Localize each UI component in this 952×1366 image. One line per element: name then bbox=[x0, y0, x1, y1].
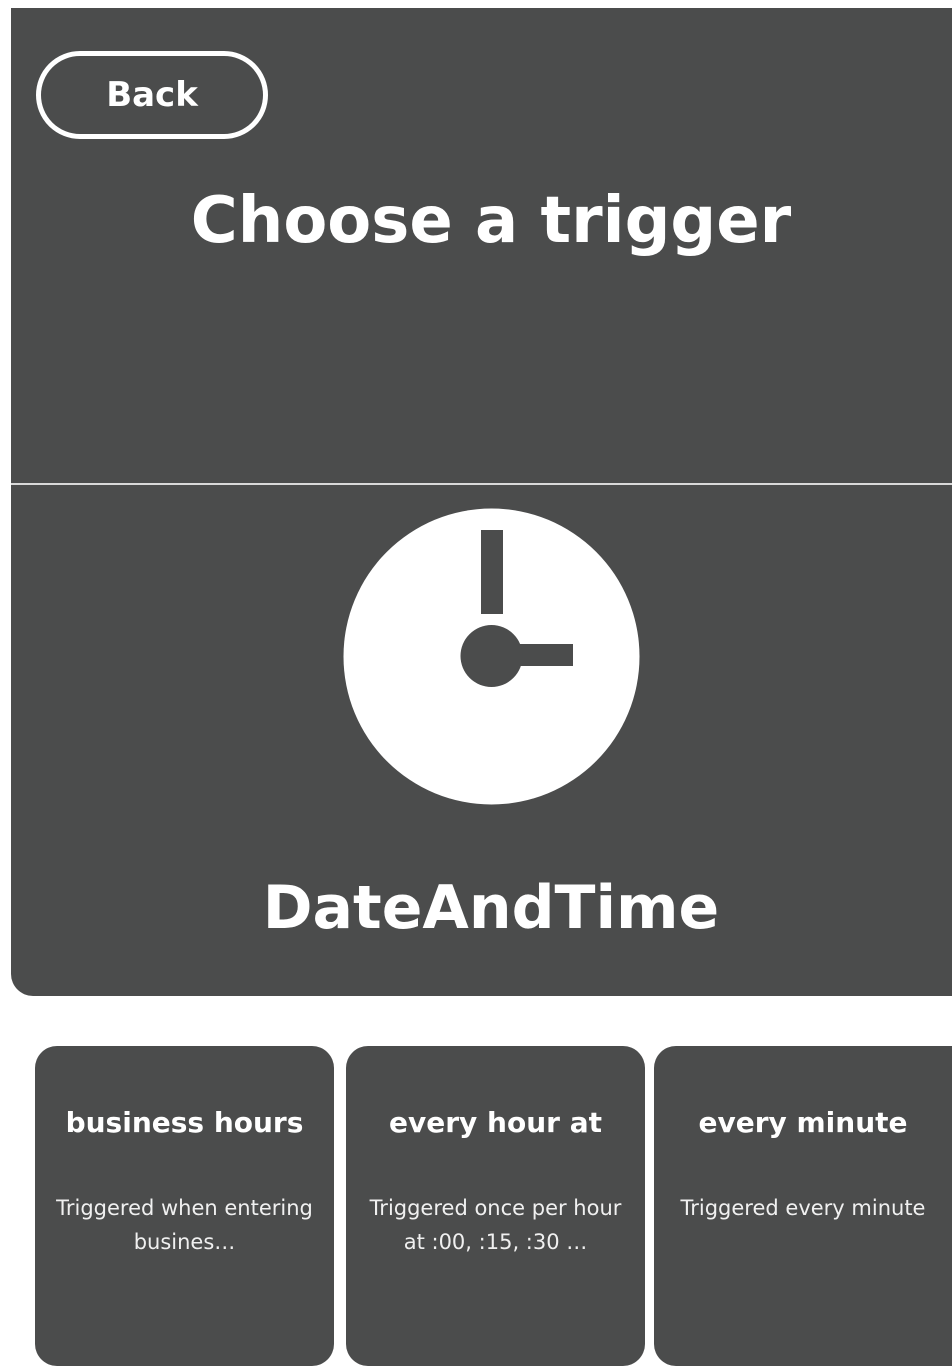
back-button[interactable]: Back bbox=[36, 51, 268, 139]
page-title: Choose a trigger bbox=[190, 184, 792, 258]
clock-icon bbox=[343, 508, 640, 805]
service-name: DateAndTime bbox=[262, 873, 720, 943]
trigger-description: Triggered when entering busines… bbox=[56, 1196, 313, 1254]
divider bbox=[11, 483, 952, 485]
trigger-description: Triggered every minute bbox=[680, 1196, 926, 1220]
trigger-card-every-minute[interactable]: every minute Triggered every minute bbox=[654, 1046, 952, 1366]
trigger-title: business hours bbox=[65, 1106, 304, 1139]
service-header-panel: Back Choose a trigger DateAndTime bbox=[11, 8, 952, 996]
trigger-card-every-hour-at[interactable]: every hour at Triggered once per hour at… bbox=[346, 1046, 645, 1366]
trigger-title: every minute bbox=[698, 1106, 908, 1139]
trigger-card-business-hours[interactable]: business hours Triggered when entering b… bbox=[35, 1046, 334, 1366]
trigger-title: every hour at bbox=[389, 1106, 602, 1139]
trigger-description: Triggered once per hour at :00, :15, :30… bbox=[369, 1196, 622, 1254]
